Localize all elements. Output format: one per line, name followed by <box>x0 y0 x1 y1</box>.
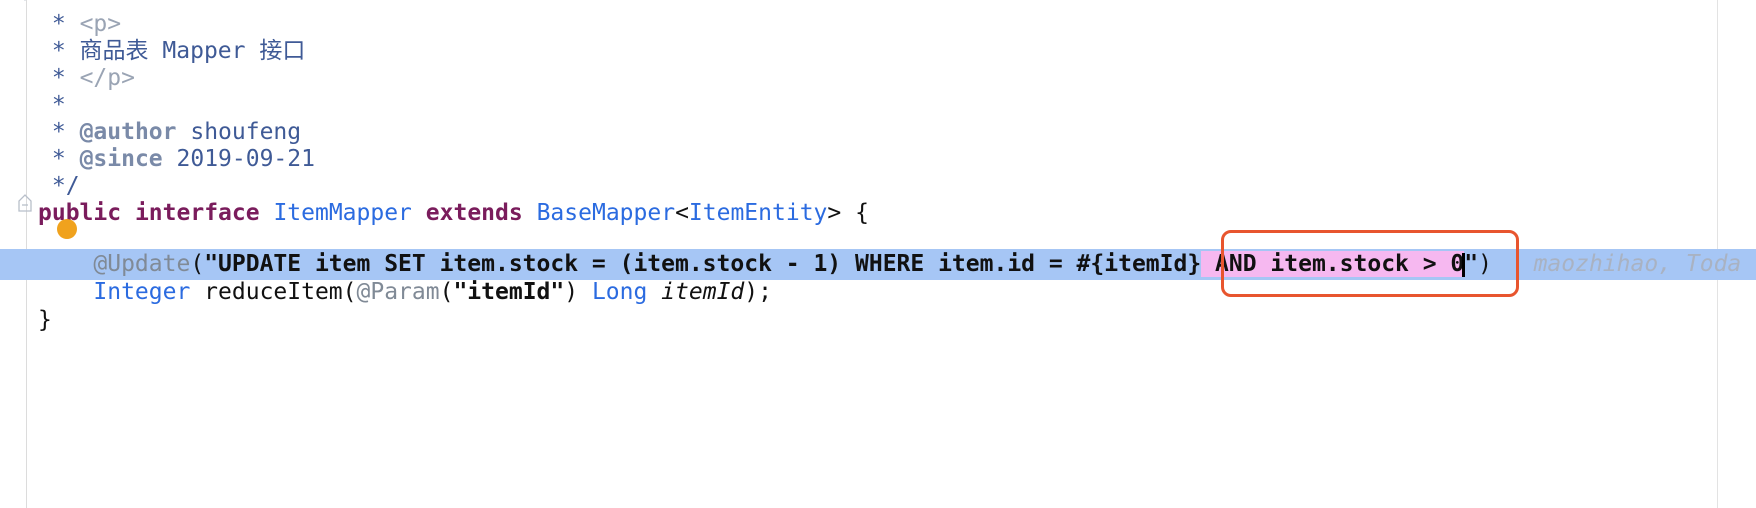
code-line-method[interactable]: Integer reduceItem(@Param("itemId") Long… <box>0 277 772 307</box>
param-string: "itemId" <box>453 279 565 305</box>
comment-end: */ <box>51 173 80 199</box>
base-type: BaseMapper <box>536 200 676 226</box>
annotation-update: @Update <box>93 251 191 277</box>
closing-brace: } <box>38 307 52 333</box>
javadoc-since-value: 2019-09-21 <box>162 146 315 172</box>
method-end: ); <box>744 279 772 305</box>
highlight-box <box>1221 230 1519 297</box>
param-paren-open: ( <box>439 279 454 305</box>
git-blame-annotation: maozhihao, Toda <box>1533 251 1742 277</box>
code-line-comment-p-close[interactable]: * </p> <box>0 63 135 93</box>
return-type: Integer <box>93 279 191 305</box>
comment-star: * <box>51 119 80 145</box>
javadoc-since-tag: @since <box>79 146 163 172</box>
fold-collapse-icon[interactable] <box>18 0 32 4</box>
code-line-update-annotation[interactable]: @Update("UPDATE item SET item.stock = (i… <box>0 249 1741 279</box>
html-tag-p: <p> <box>79 11 122 37</box>
code-line-comment-p-open[interactable]: * <p> <box>0 9 121 39</box>
javadoc-author-tag: @author <box>79 119 177 145</box>
code-line-comment-author[interactable]: * @author shoufeng <box>0 117 301 147</box>
code-line-closing-brace[interactable]: } <box>0 305 52 335</box>
paren-open: ( <box>190 251 205 277</box>
param-type: Long <box>591 279 648 305</box>
param-name: itemId <box>647 279 745 305</box>
generic-close-brace: > { <box>827 200 869 226</box>
html-tag-p-close: </p> <box>79 65 135 91</box>
annotation-param: @Param <box>356 279 440 305</box>
comment-description: * 商品表 Mapper 接口 <box>51 38 306 64</box>
comment-star: * <box>51 146 80 172</box>
interface-name: ItemMapper <box>273 200 412 226</box>
code-line-comment-blank[interactable]: * <box>0 90 66 120</box>
intention-bulb-icon[interactable] <box>57 219 77 239</box>
generic-open: < <box>675 200 689 226</box>
code-line-comment-end[interactable]: */ <box>0 171 80 201</box>
code-line-interface-decl[interactable]: public interface ItemMapper extends Base… <box>0 198 869 228</box>
javadoc-author-value: shoufeng <box>176 119 302 145</box>
entity-type: ItemEntity <box>688 200 828 226</box>
sql-string-main: "UPDATE item SET item.stock = (item.stoc… <box>204 251 1202 277</box>
keyword-interface: interface <box>134 200 260 226</box>
comment-star: * <box>51 92 66 118</box>
comment-star: * <box>51 65 80 91</box>
method-name: reduceItem( <box>190 279 357 305</box>
code-line-comment-since[interactable]: * @since 2019-09-21 <box>0 144 315 174</box>
param-paren-close: ) <box>564 279 592 305</box>
code-line-comment-description[interactable]: * 商品表 Mapper 接口 <box>0 36 305 66</box>
comment-star: * <box>51 11 80 37</box>
keyword-extends: extends <box>425 200 523 226</box>
